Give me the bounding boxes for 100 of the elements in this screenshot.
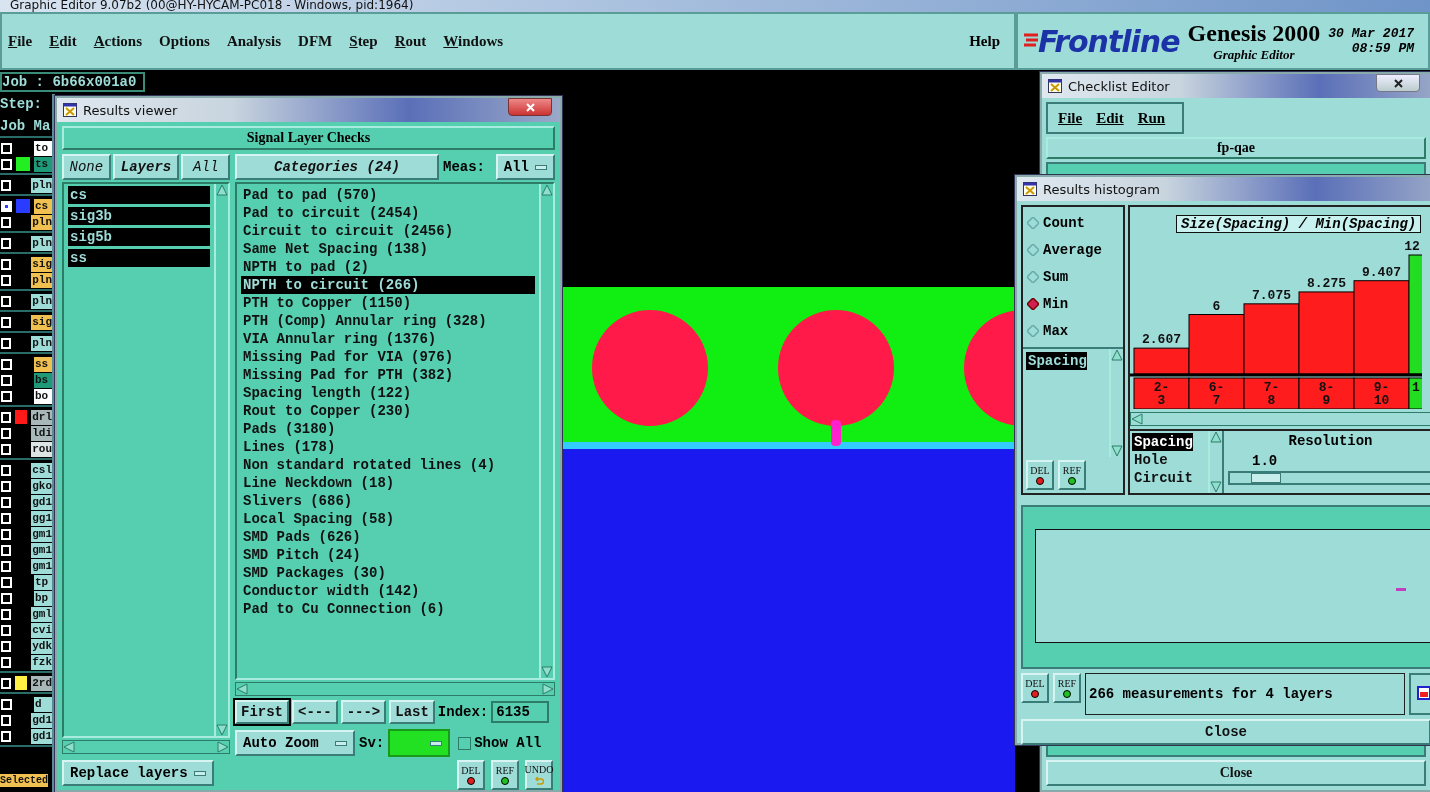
menu-item[interactable]: File — [8, 32, 33, 50]
layer-name[interactable]: gd1 — [31, 728, 52, 744]
layer-name[interactable]: 2rd — [31, 675, 52, 691]
category-list-item[interactable]: Pad to pad (570) — [241, 186, 535, 204]
menu-item[interactable]: DFM — [298, 32, 333, 50]
categories-button[interactable]: Categories (24) — [235, 154, 439, 180]
category-list-item[interactable]: Circuit to circuit (2456) — [241, 222, 535, 240]
layer-filter-button[interactable]: Layers — [112, 154, 180, 180]
scroll-arrow-icon[interactable] — [1210, 431, 1222, 443]
layer-checkbox[interactable] — [1, 608, 12, 620]
layer-checkbox[interactable] — [1, 443, 12, 455]
category-list-item[interactable]: NPTH to circuit (266) — [241, 276, 535, 294]
layer-name[interactable]: gm1 — [31, 542, 52, 558]
category-list-item[interactable]: SMD Packages (30) — [241, 564, 535, 582]
category-list-item[interactable]: Local Spacing (58) — [241, 510, 535, 528]
radio-option[interactable]: Sum — [1027, 263, 1119, 290]
layer-list-item[interactable]: cs — [68, 186, 210, 204]
menu-item[interactable]: Analysis — [226, 32, 282, 50]
layer-checkbox[interactable] — [1, 427, 12, 439]
layer-checkbox[interactable] — [1, 592, 12, 604]
layer-name[interactable]: sig — [31, 314, 52, 330]
layer-checkbox[interactable] — [1, 640, 12, 652]
category-list-item[interactable]: VIA Annular ring (1376) — [241, 330, 535, 348]
menu-item[interactable]: Windows — [443, 32, 504, 50]
layer-filter-button[interactable]: All — [181, 154, 230, 180]
layer-name[interactable]: pln — [31, 293, 52, 309]
layer-name[interactable]: pln — [31, 272, 52, 288]
layer-name[interactable]: gko — [31, 478, 52, 494]
action-button[interactable]: REF — [1058, 460, 1086, 490]
scroll-arrow-icon[interactable] — [1111, 445, 1123, 457]
layer-checkbox[interactable] — [1, 464, 12, 476]
measure-list-item[interactable]: Spacing — [1132, 433, 1193, 451]
layer-name[interactable]: cs — [34, 198, 52, 214]
scroll-arrow-icon[interactable] — [1111, 349, 1123, 361]
menu-item[interactable]: File — [1058, 109, 1083, 127]
layer-name[interactable]: rou — [31, 441, 52, 457]
layer-checkbox[interactable] — [1, 142, 12, 154]
vertical-scrollbar[interactable] — [214, 184, 228, 736]
index-field[interactable]: 6135 — [491, 701, 550, 723]
action-button[interactable]: DEL — [1021, 673, 1049, 703]
layer-name[interactable]: pln — [31, 214, 52, 230]
menu-item[interactable]: Step — [349, 32, 378, 50]
menu-item[interactable]: Edit — [49, 32, 77, 50]
layer-checkbox[interactable] — [1, 730, 12, 742]
layer-checkbox[interactable] — [1, 295, 12, 307]
menu-item[interactable]: Edit — [1096, 109, 1124, 127]
category-list-item[interactable]: Pad to Cu Connection (6) — [241, 600, 535, 618]
layer-checkbox[interactable] — [1, 698, 12, 710]
layer-name[interactable]: gm1 — [31, 558, 52, 574]
histogram-mode-button[interactable] — [1409, 673, 1430, 715]
horizontal-scrollbar[interactable] — [235, 682, 555, 696]
layer-name[interactable]: gd1 — [31, 494, 52, 510]
category-list-item[interactable]: Missing Pad for PTH (382) — [241, 366, 535, 384]
category-list-item[interactable]: Line Neckdown (18) — [241, 474, 535, 492]
scroll-arrow-icon[interactable] — [542, 683, 554, 695]
scroll-arrow-icon[interactable] — [216, 184, 228, 196]
category-list-item[interactable]: Rout to Copper (230) — [241, 402, 535, 420]
layer-checkbox[interactable] — [1, 576, 12, 588]
category-list-item[interactable]: Non standard rotated lines (4) — [241, 456, 535, 474]
measure-list-item[interactable]: Circuit — [1132, 469, 1193, 487]
layer-filter-button[interactable]: None — [62, 154, 111, 180]
scroll-arrow-icon[interactable] — [541, 666, 553, 678]
action-button[interactable]: UNDO — [525, 760, 553, 790]
layer-checkbox[interactable] — [1, 237, 12, 249]
layer-name[interactable]: ts — [34, 156, 52, 172]
show-all-checkbox[interactable]: Show All — [458, 735, 542, 751]
category-list-item[interactable]: Spacing length (122) — [241, 384, 535, 402]
layer-checkbox[interactable] — [1, 544, 12, 556]
layer-name[interactable]: bo — [34, 388, 52, 404]
layer-checkbox[interactable] — [1, 480, 12, 492]
layer-checkbox[interactable] — [1, 337, 12, 349]
layer-name[interactable]: gml — [31, 606, 52, 622]
layer-name[interactable]: bs — [34, 372, 52, 388]
category-list-item[interactable]: PTH to Copper (1150) — [241, 294, 535, 312]
layer-checkbox[interactable] — [1, 560, 12, 572]
layer-checkbox[interactable] — [1, 656, 12, 668]
layer-checkbox[interactable] — [1, 274, 12, 286]
layer-name[interactable]: cvi — [31, 622, 52, 638]
menu-item[interactable]: Options — [159, 32, 210, 50]
color-dropdown[interactable] — [388, 729, 451, 757]
menu-item[interactable]: Actions — [93, 32, 143, 50]
meas-dropdown[interactable]: All — [495, 154, 555, 180]
layer-name[interactable]: bp — [34, 590, 52, 606]
horizontal-scrollbar[interactable] — [62, 740, 230, 754]
layer-checkbox[interactable] — [1, 258, 12, 270]
scroll-arrow-icon[interactable] — [216, 724, 228, 736]
layer-checkbox[interactable] — [1, 528, 12, 540]
layer-checkbox[interactable] — [1, 216, 12, 228]
action-button[interactable]: REF — [1053, 673, 1081, 703]
radio-option[interactable]: Max — [1027, 317, 1119, 344]
close-button[interactable] — [1376, 74, 1420, 92]
layer-checkbox[interactable] — [1, 512, 12, 524]
replace-layers-dropdown[interactable]: Replace layers — [62, 760, 214, 786]
radio-option[interactable]: Average — [1027, 236, 1119, 263]
vertical-scrollbar[interactable] — [1208, 431, 1222, 493]
layer-name[interactable]: tp — [34, 574, 52, 590]
close-button[interactable]: Close — [1046, 760, 1426, 786]
category-list-item[interactable]: Pad to circuit (2454) — [241, 204, 535, 222]
action-button[interactable]: DEL — [1026, 460, 1054, 490]
category-list-item[interactable]: PTH (Comp) Annular ring (328) — [241, 312, 535, 330]
